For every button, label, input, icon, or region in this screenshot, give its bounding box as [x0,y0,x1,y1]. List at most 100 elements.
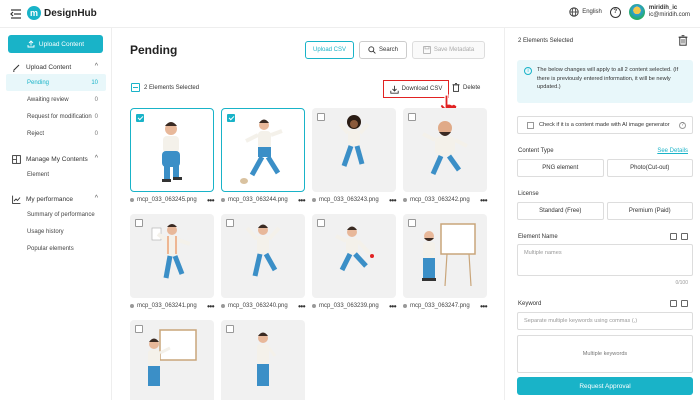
element-card[interactable]: mcp_033_063245.png ••• [130,108,214,207]
element-card[interactable]: mcp_033_063240.png ••• [221,214,305,313]
element-card[interactable]: mcp_033_063241.png ••• [130,214,214,313]
sidebar-item-label: Pending [27,79,50,86]
select-checkbox[interactable] [317,219,325,227]
element-thumbnail[interactable] [130,320,214,400]
element-card[interactable] [221,320,305,400]
select-checkbox[interactable] [408,219,416,227]
request-approval-button[interactable]: Request Approval [517,377,693,395]
select-checkbox[interactable] [135,219,143,227]
upload-csv-button[interactable]: Upload CSV [305,41,354,59]
keyword-value: Multiple keywords [582,351,628,357]
element-thumbnail[interactable] [130,214,214,298]
element-name-field[interactable]: Multiple names [517,244,693,276]
element-thumbnail[interactable] [221,108,305,192]
select-checkbox[interactable] [226,219,234,227]
panel-header: 2 Elements Selected [518,38,574,44]
request-approval-label: Request Approval [579,382,631,390]
chevron-up-icon[interactable]: ^ [95,195,98,202]
file-name: mcp_033_063245.png [137,197,197,203]
search-icon [368,46,376,54]
element-card[interactable]: mcp_033_063247.png ••• [403,214,487,313]
search-label: Search [378,47,398,53]
bulk-edit-panel: 2 Elements Selected i The below changes … [504,28,700,400]
select-all-checkbox[interactable] [131,83,140,92]
upload-content-button[interactable]: Upload Content [8,35,103,53]
help-icon[interactable]: ? [609,6,621,18]
element-thumbnail[interactable] [221,214,305,298]
language-selector[interactable]: English [569,7,602,17]
select-checkbox[interactable] [135,325,143,333]
more-options-icon[interactable]: ••• [480,196,487,205]
content-type-label: Content Type [518,148,554,154]
option-premium-paid[interactable]: Premium (Paid) [606,202,693,220]
more-options-icon[interactable]: ••• [207,196,214,205]
select-checkbox[interactable] [408,113,416,121]
save-metadata-button[interactable]: Save Metadata [412,41,485,59]
select-checkbox[interactable] [317,113,325,121]
sidebar-item-reject[interactable]: Reject 0 [0,125,112,142]
element-thumbnail[interactable] [403,214,487,298]
option-standard-free[interactable]: Standard (Free) [517,202,604,220]
more-options-icon[interactable]: ••• [480,302,487,311]
element-card[interactable] [130,320,214,400]
nav-group-upload-content: Upload Content ^ Pending 10 Awaiting rev… [0,60,112,142]
chevron-up-icon[interactable]: ^ [95,63,98,70]
user-menu[interactable]: miridih_ic ic@miridih.com [628,4,690,20]
option-photo-cutout[interactable]: Photo(Cut-out) [606,159,693,177]
element-card[interactable]: mcp_033_063242.png ••• [403,108,487,207]
ai-generated-checkbox[interactable] [527,121,534,129]
keyword-input[interactable]: Separate multiple keywords using commas … [517,312,693,330]
element-thumbnail[interactable] [403,108,487,192]
sidebar-item-element[interactable]: Element [0,166,112,183]
trash-icon[interactable] [681,300,688,307]
keyword-placeholder: Separate multiple keywords using commas … [524,318,638,324]
nav-head-manage-contents[interactable]: Manage My Contents ^ [0,152,112,166]
delete-label: Delete [463,84,481,91]
sidebar-item-summary[interactable]: Summary of performance [0,206,112,223]
keyword-list[interactable]: Multiple keywords [517,335,693,373]
copy-icon[interactable] [670,300,677,307]
app-logo[interactable]: m DesignHub [27,6,97,20]
file-name: mcp_033_063244.png [228,197,288,203]
option-png-element[interactable]: PNG element [517,159,604,177]
select-checkbox[interactable] [227,114,235,122]
element-card[interactable]: mcp_033_063244.png ••• [221,108,305,207]
sidebar-item-label: Request for modification [27,113,92,120]
collapse-sidebar-icon[interactable] [10,9,22,19]
element-card[interactable]: mcp_033_063243.png ••• [312,108,396,207]
element-card[interactable]: mcp_033_063239.png ••• [312,214,396,313]
element-thumbnail[interactable] [312,214,396,298]
chevron-up-icon[interactable]: ^ [95,155,98,162]
element-thumbnail[interactable] [130,108,214,192]
delete-button[interactable]: Delete [452,83,480,92]
sidebar-item-awaiting-review[interactable]: Awaiting review 0 [0,91,112,108]
ai-generated-checkbox-row[interactable]: Check if it is a content made with AI im… [517,116,693,134]
trash-icon[interactable] [678,35,688,46]
nav-head-upload-content[interactable]: Upload Content ^ [0,60,112,74]
more-options-icon[interactable]: ••• [389,196,396,205]
select-checkbox[interactable] [226,325,234,333]
sidebar-item-request-modification[interactable]: Request for modification 0 [0,108,112,125]
search-button[interactable]: Search [359,41,407,59]
more-options-icon[interactable]: ••• [298,196,305,205]
more-options-icon[interactable]: ••• [298,302,305,311]
copy-icon[interactable] [670,233,677,240]
sidebar-item-popular-elements[interactable]: Popular elements [0,240,112,257]
status-dot [221,198,225,202]
content-type-selector: PNG element Photo(Cut-out) [517,159,693,177]
select-checkbox[interactable] [136,114,144,122]
status-dot [130,198,134,202]
more-options-icon[interactable]: ••• [389,302,396,311]
help-icon[interactable]: ? [679,121,686,129]
more-options-icon[interactable]: ••• [207,302,214,311]
see-details-link[interactable]: See Details [657,148,688,154]
element-thumbnail[interactable] [312,108,396,192]
nav-head-performance[interactable]: My performance ^ [0,192,112,206]
sidebar-item-usage-history[interactable]: Usage history [0,223,112,240]
status-dot [130,304,134,308]
element-name-actions [670,233,688,240]
element-thumbnail[interactable] [221,320,305,400]
avatar [628,4,645,20]
sidebar-item-pending[interactable]: Pending 10 [6,74,106,91]
trash-icon[interactable] [681,233,688,240]
